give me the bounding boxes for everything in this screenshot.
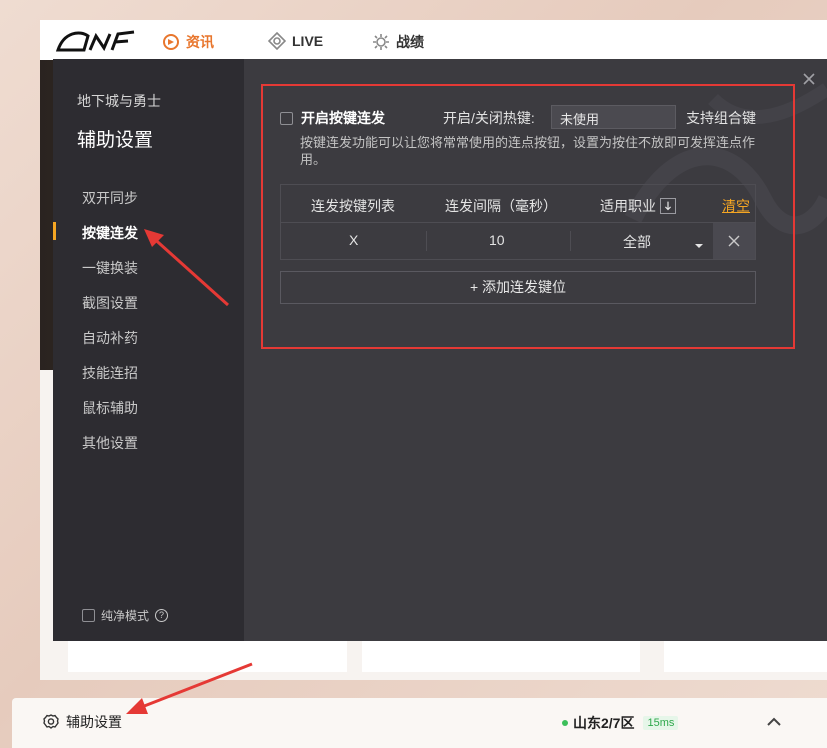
tab-news[interactable]: 资讯 <box>162 32 214 52</box>
active-indicator <box>53 222 56 240</box>
sidebar-item-auto-potion[interactable]: 自动补药 <box>82 328 138 348</box>
profession-select[interactable]: 全部 <box>571 223 711 259</box>
sidebar-item-other[interactable]: 其他设置 <box>82 433 138 453</box>
gear-stats-icon <box>372 33 390 51</box>
column-header-key: 连发按键列表 <box>311 198 395 214</box>
help-icon[interactable]: ? <box>155 609 169 622</box>
pure-mode-checkbox[interactable] <box>82 609 95 622</box>
cell-interval[interactable]: 10 <box>489 232 505 248</box>
cell-key[interactable]: X <box>349 232 358 248</box>
dialog-title: 辅助设置 <box>77 130 154 151</box>
sidebar-item-outfit-swap[interactable]: 一键换装 <box>82 258 138 278</box>
enable-key-repeat-toggle[interactable]: 开启按键连发 <box>280 108 385 128</box>
bottom-bar: 辅助设置 山东2/7区 15ms <box>12 698 827 748</box>
delete-row-button[interactable] <box>713 223 755 259</box>
table-row: X 10 全部 <box>281 223 755 259</box>
sidebar-item-key-repeat[interactable]: 按键连发 <box>82 223 138 243</box>
game-name: 地下城与勇士 <box>77 93 161 109</box>
live-icon <box>267 31 287 51</box>
sidebar-item-dual-sync[interactable]: 双开同步 <box>82 188 138 208</box>
column-header-profession[interactable]: 适用职业 <box>600 196 676 216</box>
tab-live[interactable]: LIVE <box>267 31 323 51</box>
news-icon <box>162 33 180 51</box>
sidebar-item-mouse-assist[interactable]: 鼠标辅助 <box>82 398 138 418</box>
hotkey-input[interactable]: 未使用 <box>551 105 676 129</box>
chevron-up-icon[interactable] <box>764 712 784 732</box>
dnf-logo <box>54 26 136 56</box>
key-repeat-header-row: 开启按键连发 开启/关闭热键: 未使用 支持组合键 <box>280 105 760 129</box>
tab-stats[interactable]: 战绩 <box>372 32 424 52</box>
launcher-topbar: 资讯 LIVE 战绩 <box>40 20 827 60</box>
ping-badge: 15ms <box>643 716 679 730</box>
add-repeat-key-button[interactable]: + 添加连发键位 <box>280 271 756 304</box>
assist-settings-dialog: 地下城与勇士 辅助设置 双开同步 按键连发 一键换装 截图设置 自动补药 技能连… <box>53 59 827 641</box>
cell-divider <box>426 231 427 251</box>
enable-key-repeat-checkbox[interactable] <box>280 111 293 125</box>
online-status-dot <box>562 720 568 726</box>
clear-link[interactable]: 清空 <box>722 196 750 216</box>
key-repeat-table: 连发按键列表 连发间隔（毫秒） 适用职业 清空 X 10 全部 <box>280 184 756 260</box>
gear-icon <box>42 713 60 731</box>
feature-description: 按键连发功能可以让您将常常使用的连点按钮，设置为按住不放即可发挥连点作用。 <box>300 135 756 167</box>
server-status[interactable]: 山东2/7区 15ms <box>562 713 679 733</box>
close-icon[interactable] <box>801 71 817 87</box>
close-icon <box>728 235 740 247</box>
table-header: 连发按键列表 连发间隔（毫秒） 适用职业 清空 <box>281 185 755 223</box>
combo-key-label: 支持组合键 <box>686 110 756 126</box>
sort-arrow-icon[interactable] <box>660 198 676 215</box>
sidebar-item-skill-combo[interactable]: 技能连招 <box>82 363 138 383</box>
pure-mode-toggle[interactable]: 纯净模式 ? <box>82 607 169 624</box>
assist-settings-button[interactable]: 辅助设置 <box>42 712 122 732</box>
column-header-interval: 连发间隔（毫秒） <box>445 198 557 214</box>
hotkey-label: 开启/关闭热键: <box>443 110 535 126</box>
caret-down-icon <box>694 237 704 253</box>
sidebar-item-screenshot[interactable]: 截图设置 <box>82 293 138 313</box>
settings-sidebar: 地下城与勇士 辅助设置 双开同步 按键连发 一键换装 截图设置 自动补药 技能连… <box>53 59 244 641</box>
